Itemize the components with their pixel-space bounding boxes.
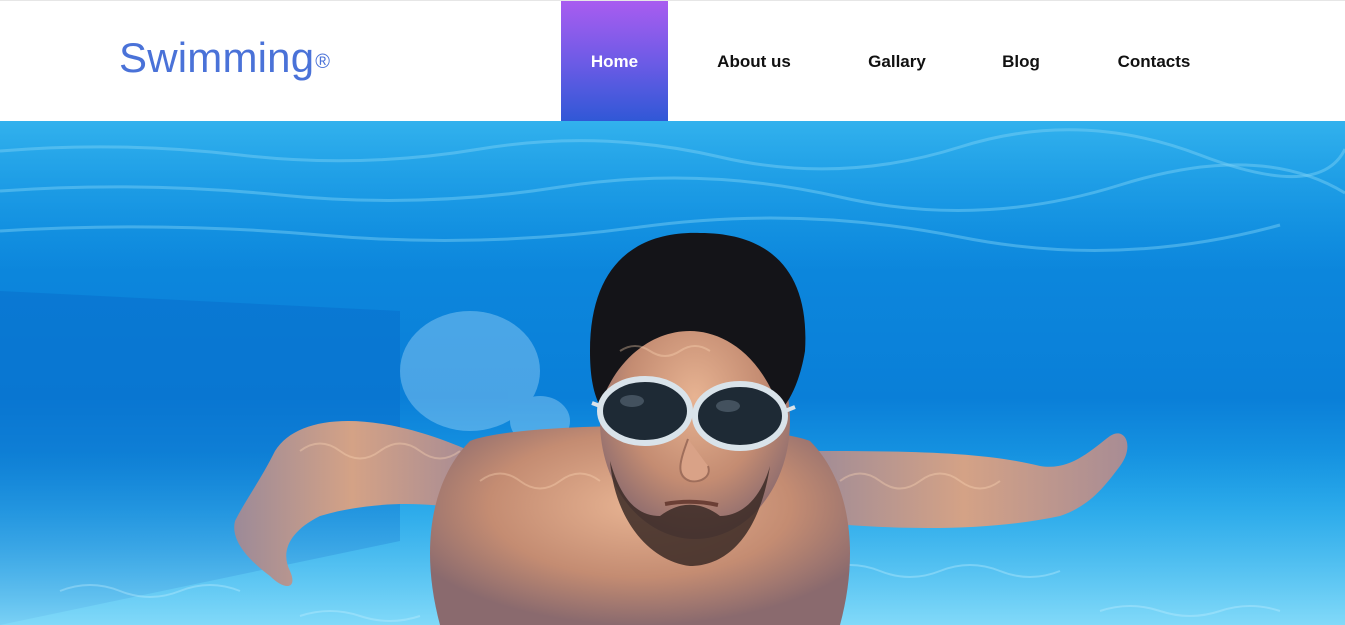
nav-item-home[interactable]: Home [561, 1, 668, 122]
site-header: Swimming® Home About us Gallary Blog Con… [0, 0, 1345, 122]
nav-item-contacts[interactable]: Contacts [1100, 1, 1208, 122]
hero-banner [0, 121, 1345, 625]
nav-item-blog[interactable]: Blog [988, 1, 1054, 122]
registered-mark: ® [315, 51, 331, 73]
site-logo[interactable]: Swimming® [119, 34, 330, 82]
hero-swimmer-image [0, 121, 1345, 625]
nav-item-gallery[interactable]: Gallary [852, 1, 942, 122]
logo-text: Swimming [119, 34, 315, 81]
nav-item-about-us[interactable]: About us [699, 1, 809, 122]
